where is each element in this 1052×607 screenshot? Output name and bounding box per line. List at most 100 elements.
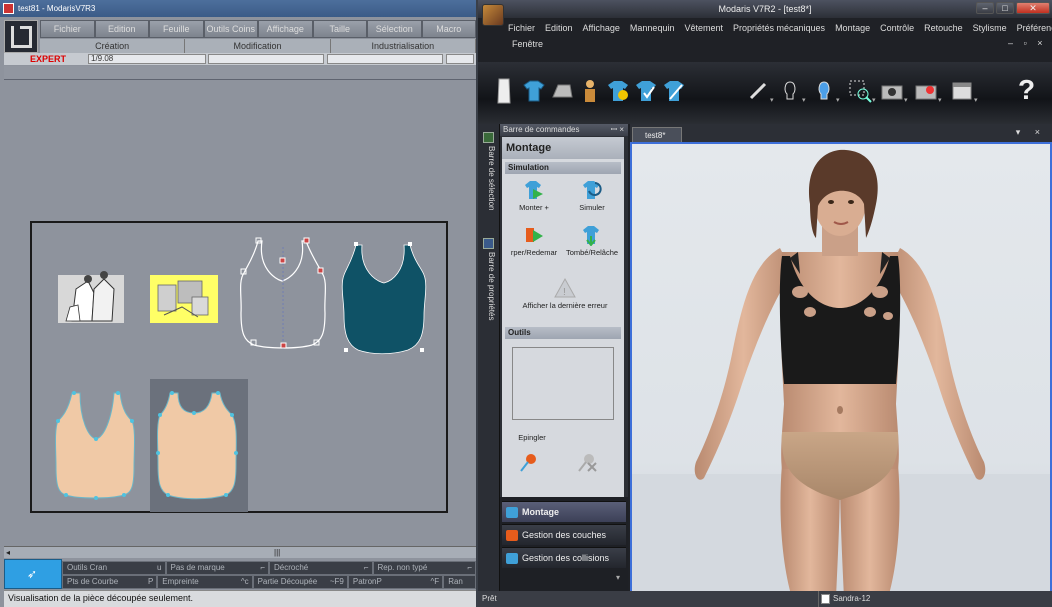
menu-affichage[interactable]: Affichage <box>583 20 620 36</box>
modaris-3d-window: Modaris V7R2 - [test8*] – □ ✕ Fichier Ed… <box>478 0 1052 607</box>
simuler-button[interactable]: Simuler <box>564 179 620 212</box>
shirt-edit-icon[interactable] <box>662 76 686 106</box>
work-sheet[interactable] <box>30 221 448 513</box>
tab-controls[interactable]: ▾ × <box>1016 127 1046 138</box>
redemarrer-button[interactable]: rper/Redemar <box>506 224 562 257</box>
toolbar-strip <box>4 66 476 80</box>
monter-button[interactable]: Monter + <box>506 179 562 212</box>
horizontal-scrollbar[interactable]: ◂ ||| <box>4 546 476 558</box>
shirt-check-icon[interactable] <box>634 76 658 106</box>
tab-industrialisation[interactable]: Industrialisation <box>331 39 476 53</box>
side-tab-selection[interactable]: Barre de sélection <box>482 146 496 210</box>
window-title: test81 - ModarisV7R3 <box>18 4 96 13</box>
selection-bar-icon[interactable] <box>483 132 494 143</box>
mannequin-icon[interactable] <box>578 76 602 106</box>
pattern-piece-front[interactable] <box>55 391 135 500</box>
nav-montage[interactable]: Montage <box>502 501 626 522</box>
tab-modification[interactable]: Modification <box>185 39 331 53</box>
properties-bar-icon[interactable] <box>483 238 494 249</box>
menu-stylisme[interactable]: Stylisme <box>973 20 1007 36</box>
fn-empreinte[interactable]: Empreinte ^c <box>157 575 253 589</box>
pattern-piece-teal[interactable] <box>341 242 427 355</box>
fn-pts-de-courbe[interactable]: Pts de Courbe P <box>62 575 158 589</box>
main-menu: Fichier Edition Feuille Outils Coins Aff… <box>40 20 476 38</box>
menu-proprietes-mecaniques[interactable]: Propriétés mécaniques <box>733 20 825 36</box>
tab-creation[interactable]: Création <box>40 39 186 53</box>
iron-icon[interactable] <box>550 76 574 106</box>
info-field-1 <box>208 54 324 64</box>
tab-test8[interactable]: test8* <box>632 127 682 142</box>
bulb-outline-icon[interactable] <box>778 76 802 106</box>
zoom-ratio-field[interactable]: 1/9.08 <box>88 54 206 64</box>
collision-icon <box>506 553 518 564</box>
section-outils: Outils <box>505 327 621 339</box>
function-row-1: Outils Cran u Pas de marque ⌐ Décroché ⌐ Re… <box>62 561 476 575</box>
technical-thumbnail[interactable] <box>150 275 218 323</box>
menu-vetement[interactable]: Vêtement <box>684 20 723 36</box>
afficher-erreur-button[interactable]: ! Afficher la dernière erreur <box>510 277 620 310</box>
scroll-left-icon[interactable]: ◂ <box>6 548 10 557</box>
menu-affichage[interactable]: Affichage <box>258 20 313 38</box>
pattern-canvas[interactable] <box>32 223 450 515</box>
fn-outils-cran[interactable]: Outils Cran u <box>62 561 166 575</box>
window-title-bar: Modaris V7R2 - [test8*] <box>478 0 1052 18</box>
menu-taille[interactable]: Taille <box>312 20 367 38</box>
nav-gestion-couches[interactable]: Gestion des couches <box>502 524 626 545</box>
close-icon[interactable]: ꟷ × <box>611 124 624 136</box>
side-tab-properties[interactable]: Barre de propriétés <box>482 252 496 320</box>
menu-mannequin[interactable]: Mannequin <box>630 20 675 36</box>
command-bar-header: Barre de commandes ꟷ × <box>500 124 628 136</box>
window-layout-icon[interactable] <box>950 76 974 106</box>
pattern-piece-outline[interactable] <box>240 237 326 349</box>
bulb-blue-icon[interactable] <box>812 76 836 106</box>
outils-preview <box>512 347 614 420</box>
fn-rep-non-type[interactable]: Rep. non typé ⌐ <box>372 561 476 575</box>
close-button[interactable]: ✕ <box>1016 2 1050 14</box>
fn-patronp[interactable]: PatronP ^F <box>347 575 444 589</box>
unpin-button[interactable] <box>572 451 602 475</box>
tombe-relache-button[interactable]: Tombé/Relâche <box>564 224 620 257</box>
tool-selector-button[interactable]: ➶ <box>4 559 62 589</box>
sketch-thumbnail[interactable] <box>58 271 124 323</box>
garment-white-icon[interactable] <box>492 76 516 106</box>
menu-macro[interactable]: Macro <box>421 20 476 38</box>
menu-montage[interactable]: Montage <box>835 20 870 36</box>
menu-fichier[interactable]: Fichier <box>508 20 535 36</box>
3d-viewport: test8* ▾ × <box>630 124 1052 600</box>
fn-ran[interactable]: Ran <box>443 575 476 589</box>
mode-tabs: Création Modification Industrialisation <box>40 39 476 53</box>
function-row-2: Pts de Courbe P Empreinte ^c Partie Découp… <box>62 575 476 589</box>
menu-retouche[interactable]: Retouche <box>924 20 963 36</box>
menu-feuille[interactable]: Feuille <box>149 20 204 38</box>
menu-controle[interactable]: Contrôle <box>880 20 914 36</box>
mdi-controls[interactable]: – ▫ × <box>1008 38 1046 48</box>
svg-text:!: ! <box>563 287 566 298</box>
pattern-piece-back[interactable] <box>150 379 248 512</box>
zoom-region-icon[interactable] <box>848 76 872 106</box>
camera-icon[interactable] <box>880 76 904 106</box>
menu-fenetre[interactable]: Fenêtre <box>512 37 543 51</box>
pin-button[interactable] <box>514 451 544 475</box>
shirt-sun-icon[interactable] <box>606 76 630 106</box>
fn-decroche[interactable]: Décroché ⌐ <box>269 561 373 575</box>
nav-gestion-collisions[interactable]: Gestion des collisions <box>502 547 626 568</box>
minimize-button[interactable]: – <box>976 2 994 14</box>
shirt-blue-icon[interactable] <box>522 76 546 106</box>
maximize-button[interactable]: □ <box>996 2 1014 14</box>
menu-outils-coins[interactable]: Outils Coins <box>203 20 258 38</box>
fn-partie-decoupee[interactable]: Partie Découpée ~F9 <box>252 575 348 589</box>
menu-selection[interactable]: Sélection <box>367 20 422 38</box>
menu-edition[interactable]: Edition <box>94 20 149 38</box>
camera-record-icon[interactable] <box>914 76 938 106</box>
window-title: Modaris V7R2 - [test8*] <box>718 4 812 14</box>
app-avatar-icon[interactable] <box>482 4 504 26</box>
menu-fichier[interactable]: Fichier <box>40 20 95 38</box>
3d-scene[interactable] <box>630 142 1052 600</box>
scroll-thumb[interactable]: ||| <box>274 548 280 557</box>
menu-preferences[interactable]: Préférences <box>1017 20 1052 36</box>
expand-arrow-icon[interactable]: ▾ <box>616 573 620 582</box>
menu-edition[interactable]: Edition <box>545 20 573 36</box>
fn-pas-de-marque[interactable]: Pas de marque ⌐ <box>165 561 269 575</box>
pen-arrow-icon[interactable] <box>746 76 770 106</box>
help-icon[interactable]: ? <box>1018 74 1035 106</box>
